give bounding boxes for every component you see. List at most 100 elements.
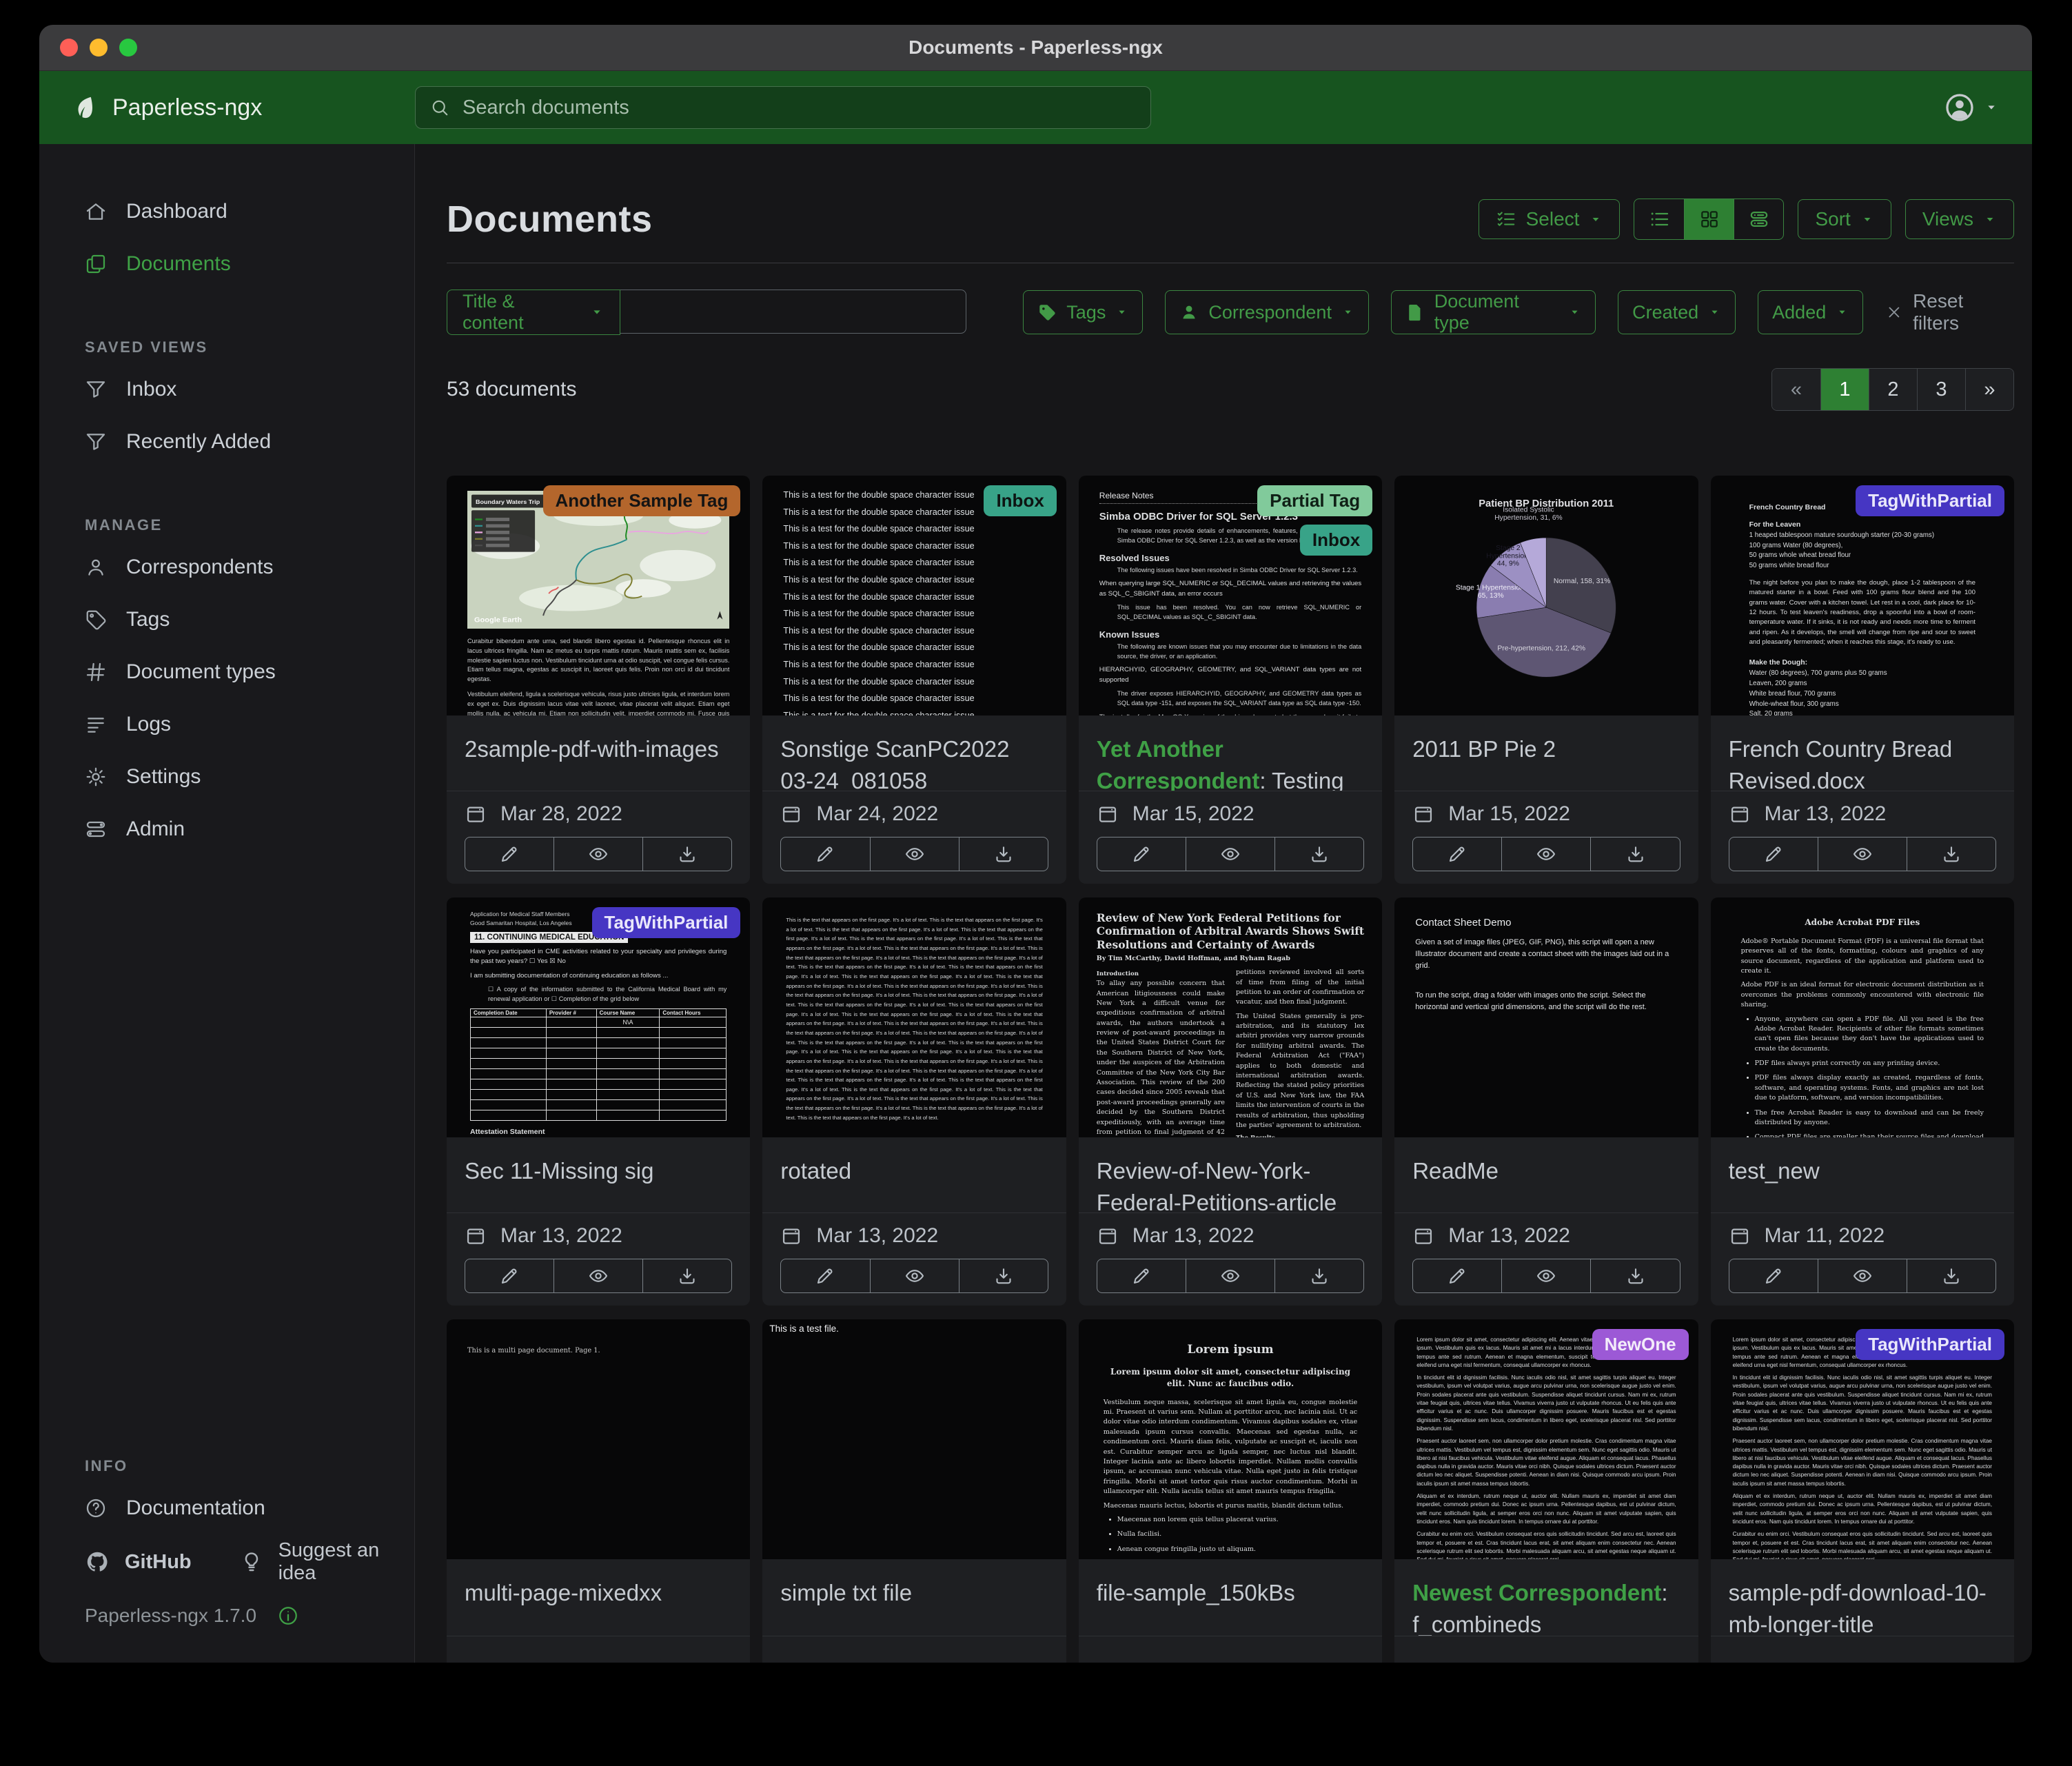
document-type-filter-button[interactable]: Document type: [1391, 290, 1596, 334]
download-button[interactable]: [959, 1259, 1048, 1292]
document-thumbnail[interactable]: Patient BP Distribution 2011Normal, 158,…: [1394, 476, 1698, 715]
document-title[interactable]: sample-pdf-download-10-mb-longer-title: [1729, 1577, 1996, 1636]
sidebar-item-recently-added[interactable]: Recently Added: [39, 416, 414, 468]
edit-button[interactable]: [1097, 838, 1186, 871]
sidebar-item-document-types[interactable]: Document types: [39, 646, 414, 698]
edit-button[interactable]: [465, 838, 553, 871]
document-title[interactable]: test_new: [1729, 1155, 1996, 1187]
sidebar-item-documentation[interactable]: Documentation: [39, 1482, 414, 1534]
edit-button[interactable]: [781, 1259, 869, 1292]
zoom-window-button[interactable]: [119, 39, 137, 57]
edit-button[interactable]: [1729, 838, 1818, 871]
edit-button[interactable]: [1097, 1259, 1186, 1292]
sidebar-item-tags[interactable]: Tags: [39, 593, 414, 646]
document-title[interactable]: file-sample_150kBs: [1097, 1577, 1364, 1609]
download-button[interactable]: [959, 838, 1048, 871]
document-thumbnail[interactable]: This is a test file.: [762, 1319, 1066, 1559]
download-button[interactable]: [1274, 1259, 1363, 1292]
global-search[interactable]: [415, 86, 1151, 129]
sidebar-item-logs[interactable]: Logs: [39, 698, 414, 751]
pagination-page-3[interactable]: 3: [1917, 369, 1965, 410]
preview-button[interactable]: [1818, 838, 1907, 871]
pagination-page-1[interactable]: 1: [1820, 369, 1869, 410]
document-title[interactable]: multi-page-mixedxx: [465, 1577, 732, 1609]
sidebar-item-settings[interactable]: Settings: [39, 751, 414, 803]
view-grid-button[interactable]: [1684, 199, 1734, 239]
tag-badge[interactable]: TagWithPartial: [592, 907, 741, 938]
tag-badge[interactable]: Inbox: [1300, 525, 1372, 556]
sidebar-item-inbox[interactable]: Inbox: [39, 363, 414, 416]
document-title[interactable]: Sonstige ScanPC2022 03-24_081058: [780, 733, 1048, 791]
search-input[interactable]: [461, 96, 1137, 120]
view-detail-button[interactable]: [1734, 199, 1783, 239]
preview-button[interactable]: [870, 838, 959, 871]
preview-button[interactable]: [1818, 1259, 1907, 1292]
document-thumbnail[interactable]: Lorem ipsumLorem ipsum dolor sit amet, c…: [1079, 1319, 1382, 1559]
sidebar-item-admin[interactable]: Admin: [39, 803, 414, 855]
download-button[interactable]: [1274, 838, 1363, 871]
preview-button[interactable]: [553, 838, 642, 871]
pagination-prev-button[interactable]: «: [1772, 369, 1820, 410]
preview-button[interactable]: [1186, 1259, 1274, 1292]
correspondent-filter-button[interactable]: Correspondent: [1165, 290, 1369, 334]
edit-button[interactable]: [465, 1259, 553, 1292]
close-window-button[interactable]: [60, 39, 78, 57]
tag-badge[interactable]: Partial Tag: [1257, 485, 1372, 516]
document-title[interactable]: Yet Another Correspondent: Testing Email: [1097, 733, 1364, 791]
info-icon[interactable]: [277, 1605, 299, 1627]
document-thumbnail[interactable]: Boundary Waters TripGoogle EarthCurabitu…: [447, 476, 750, 715]
document-thumbnail[interactable]: Review of New York Federal Petitions for…: [1079, 897, 1382, 1137]
tag-badge[interactable]: Another Sample Tag: [543, 485, 741, 516]
created-filter-button[interactable]: Created: [1618, 290, 1736, 334]
download-button[interactable]: [642, 1259, 731, 1292]
correspondent-link[interactable]: Yet Another Correspondent: [1097, 736, 1260, 791]
document-thumbnail[interactable]: Lorem ipsum dolor sit amet, consectetur …: [1394, 1319, 1698, 1559]
download-button[interactable]: [1590, 1259, 1679, 1292]
sort-button[interactable]: Sort: [1798, 199, 1891, 239]
document-title[interactable]: French Country Bread Revised.docx: [1729, 733, 1996, 791]
document-title[interactable]: rotated: [780, 1155, 1048, 1187]
document-title[interactable]: 2011 BP Pie 2: [1412, 733, 1680, 765]
view-list-button[interactable]: [1634, 199, 1684, 239]
document-thumbnail[interactable]: Release NotesSimba ODBC Driver for SQL S…: [1079, 476, 1382, 715]
app-brand[interactable]: Paperless-ngx: [39, 93, 415, 122]
download-button[interactable]: [642, 838, 731, 871]
document-title[interactable]: Newest Correspondent: f_combineds: [1412, 1577, 1680, 1636]
sidebar-item-correspondents[interactable]: Correspondents: [39, 541, 414, 593]
sidebar-link-suggest-an-idea[interactable]: Suggest an idea: [240, 1539, 414, 1585]
edit-button[interactable]: [1413, 1259, 1501, 1292]
tag-badge[interactable]: Inbox: [984, 485, 1056, 516]
sidebar-link-github[interactable]: GitHub: [85, 1550, 192, 1574]
document-title[interactable]: 2sample-pdf-with-images: [465, 733, 732, 765]
document-thumbnail[interactable]: This is a test for the double space char…: [762, 476, 1066, 715]
document-thumbnail[interactable]: Lorem ipsum dolor sit amet, consectetur …: [1711, 1319, 2014, 1559]
user-menu[interactable]: [1944, 92, 1999, 123]
correspondent-link[interactable]: Newest Correspondent: [1412, 1580, 1661, 1605]
added-filter-button[interactable]: Added: [1758, 290, 1863, 334]
sidebar-item-documents[interactable]: Documents: [39, 238, 414, 290]
document-thumbnail[interactable]: Contact Sheet DemoGiven a set of image f…: [1394, 897, 1698, 1137]
preview-button[interactable]: [553, 1259, 642, 1292]
pagination-next-button[interactable]: »: [1965, 369, 2013, 410]
preview-button[interactable]: [870, 1259, 959, 1292]
tag-badge[interactable]: NewOne: [1592, 1329, 1689, 1360]
document-thumbnail[interactable]: This is the text that appears on the fir…: [762, 897, 1066, 1137]
document-title[interactable]: ReadMe: [1412, 1155, 1680, 1187]
preview-button[interactable]: [1501, 1259, 1590, 1292]
document-thumbnail[interactable]: Adobe Acrobat PDF FilesAdobe® Portable D…: [1711, 897, 2014, 1137]
document-thumbnail[interactable]: Application for Medical Staff MembersGoo…: [447, 897, 750, 1137]
document-thumbnail[interactable]: French Country BreadFor the Leaven1 heap…: [1711, 476, 2014, 715]
document-title[interactable]: Review-of-New-York-Federal-Petitions-art…: [1097, 1155, 1364, 1212]
edit-button[interactable]: [1729, 1259, 1818, 1292]
preview-button[interactable]: [1501, 838, 1590, 871]
views-button[interactable]: Views: [1905, 199, 2014, 239]
document-title[interactable]: simple txt file: [780, 1577, 1048, 1609]
title-content-filter-button[interactable]: Title & content: [447, 290, 620, 335]
download-button[interactable]: [1907, 838, 1995, 871]
edit-button[interactable]: [1413, 838, 1501, 871]
preview-button[interactable]: [1186, 838, 1274, 871]
reset-filters-button[interactable]: Reset filters: [1885, 290, 2014, 334]
edit-button[interactable]: [781, 838, 869, 871]
tags-filter-button[interactable]: Tags: [1023, 290, 1143, 334]
minimize-window-button[interactable]: [90, 39, 108, 57]
